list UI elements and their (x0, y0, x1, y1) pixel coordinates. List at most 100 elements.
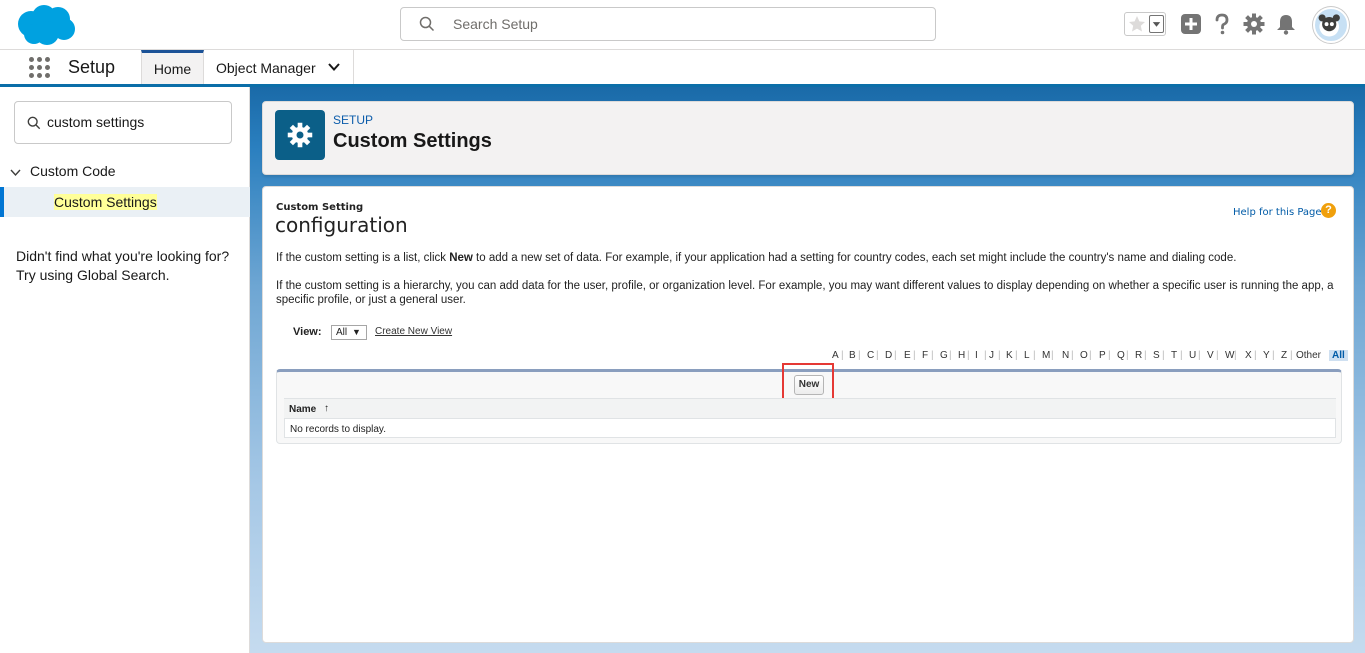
alpha-filter-o[interactable]: O (1080, 350, 1088, 361)
alpha-separator: | (1071, 350, 1074, 361)
alpha-filter-n[interactable]: N (1062, 350, 1069, 361)
favorites-button[interactable] (1124, 12, 1166, 36)
alpha-filter-y[interactable]: Y (1263, 350, 1270, 361)
quick-find-input[interactable] (47, 114, 217, 130)
alpha-filter-v[interactable]: V (1207, 350, 1214, 361)
alpha-separator: | (876, 350, 879, 361)
alpha-separator: | (894, 350, 897, 361)
alpha-filter-c[interactable]: C (867, 350, 874, 361)
alpha-separator: | (949, 350, 952, 361)
global-search-input[interactable] (453, 14, 913, 34)
help-icon[interactable]: ? (1321, 203, 1336, 218)
tree-group-label: Custom Code (30, 163, 116, 179)
help-for-this-page-link[interactable]: Help for this Page (1233, 207, 1322, 218)
plus-icon[interactable] (1179, 12, 1203, 36)
global-search[interactable] (400, 7, 936, 41)
app-name: Setup (68, 57, 116, 77)
alpha-separator: | (1198, 350, 1201, 361)
setup-gear-icon (275, 110, 325, 160)
salesforce-cloud-logo[interactable] (14, 4, 76, 46)
chevron-down-icon (1152, 22, 1161, 27)
alpha-filter-k[interactable]: K (1006, 350, 1013, 361)
alpha-filter-d[interactable]: D (885, 350, 892, 361)
alpha-separator: | (1216, 350, 1219, 361)
alpha-separator: | (1272, 350, 1275, 361)
tab-home[interactable]: Home (141, 50, 204, 84)
alpha-filter-r[interactable]: R (1135, 350, 1142, 361)
astro-avatar-icon (1318, 14, 1340, 37)
alpha-separator: | (1126, 350, 1129, 361)
alpha-filter-t[interactable]: T (1171, 350, 1177, 361)
alpha-filter-x[interactable]: X (1245, 350, 1252, 361)
alpha-separator: | (1254, 350, 1257, 361)
new-button[interactable]: New (794, 375, 824, 395)
star-icon[interactable] (1127, 14, 1147, 34)
list-description: If the custom setting is a list, click N… (276, 251, 1336, 265)
alpha-filter-b[interactable]: B (849, 350, 856, 361)
sidebar-item-label: Custom Settings (54, 194, 157, 210)
sidebar-help-text: Didn't find what you're looking for? Try… (16, 248, 230, 283)
alpha-filter-e[interactable]: E (904, 350, 911, 361)
sidebar-item-custom-settings[interactable]: Custom Settings (0, 187, 250, 217)
alphabet-filter: A | B | C | D | E | F | G | H | I | J | K | L | M | N | O | P | Q | R | S | T |… (816, 349, 1348, 363)
alpha-filter-other[interactable]: Other (1296, 350, 1321, 361)
alpha-filter-u[interactable]: U (1189, 350, 1196, 361)
tab-object-manager[interactable]: Object Manager (204, 50, 354, 84)
desc1-bold: New (449, 252, 473, 264)
alpha-filter-j[interactable]: J (989, 350, 994, 361)
chevron-down-icon[interactable] (10, 167, 21, 178)
view-select-caret: ▼ (352, 327, 361, 337)
alpha-filter-p[interactable]: P (1099, 350, 1106, 361)
alpha-filter-all[interactable]: All (1329, 350, 1348, 361)
view-select[interactable]: All ▼ (331, 325, 367, 340)
alpha-filter-i[interactable]: I (975, 350, 978, 361)
view-label: View: (293, 326, 322, 338)
page-title: Custom Settings (333, 130, 492, 152)
bell-icon[interactable] (1274, 12, 1298, 36)
alpha-separator: | (1033, 350, 1036, 361)
table-header: Name ↑ (284, 398, 1336, 418)
custom-setting-name: configuration (275, 213, 408, 237)
alpha-separator: | (858, 350, 861, 361)
alpha-separator: | (1108, 350, 1111, 361)
favorites-menu-button[interactable] (1149, 15, 1164, 33)
alpha-filter-s[interactable]: S (1153, 350, 1160, 361)
alpha-filter-z[interactable]: Z (1281, 350, 1287, 361)
alpha-separator: | (1234, 350, 1237, 361)
quick-find[interactable] (14, 101, 232, 144)
alpha-filter-h[interactable]: H (958, 350, 965, 361)
search-icon (419, 16, 435, 32)
column-header-name[interactable]: Name (289, 404, 316, 415)
desc1-post: to add a new set of data. For example, i… (472, 252, 1237, 264)
alpha-filter-q[interactable]: Q (1117, 350, 1125, 361)
page-header: SETUP Custom Settings (262, 101, 1354, 175)
custom-setting-detail: Custom Setting configuration Help for th… (262, 186, 1354, 643)
view-select-value: All (336, 327, 348, 338)
alpha-filter-f[interactable]: F (922, 350, 928, 361)
hierarchy-description: If the custom setting is a hierarchy, yo… (276, 280, 1334, 306)
alpha-filter-l[interactable]: L (1024, 350, 1030, 361)
alpha-separator: | (998, 350, 1001, 361)
tree-group-custom-code[interactable]: Custom Code (0, 161, 250, 183)
alpha-separator: | (1144, 350, 1147, 361)
records-list: New Name ↑ No records to display. (276, 363, 1342, 444)
gear-icon[interactable] (1242, 12, 1266, 36)
alpha-separator: | (1089, 350, 1092, 361)
alpha-separator: | (931, 350, 934, 361)
context-bar: Setup Home Object Manager (0, 50, 1365, 87)
page-eyebrow: SETUP (333, 113, 374, 127)
alpha-separator: | (984, 350, 987, 361)
object-type-label: Custom Setting (276, 202, 364, 213)
alpha-filter-a[interactable]: A (832, 350, 839, 361)
chevron-down-icon[interactable] (327, 60, 341, 74)
alpha-separator: | (1180, 350, 1183, 361)
create-new-view-link[interactable]: Create New View (375, 326, 452, 337)
search-icon (27, 116, 41, 130)
question-icon[interactable] (1210, 12, 1234, 36)
app-launcher-icon[interactable] (29, 57, 51, 79)
alpha-filter-m[interactable]: M (1042, 350, 1050, 361)
alpha-separator: | (1051, 350, 1054, 361)
setup-sidebar: Custom Code Custom Settings Didn't find … (0, 87, 250, 653)
avatar[interactable] (1313, 7, 1349, 43)
alpha-filter-g[interactable]: G (940, 350, 948, 361)
